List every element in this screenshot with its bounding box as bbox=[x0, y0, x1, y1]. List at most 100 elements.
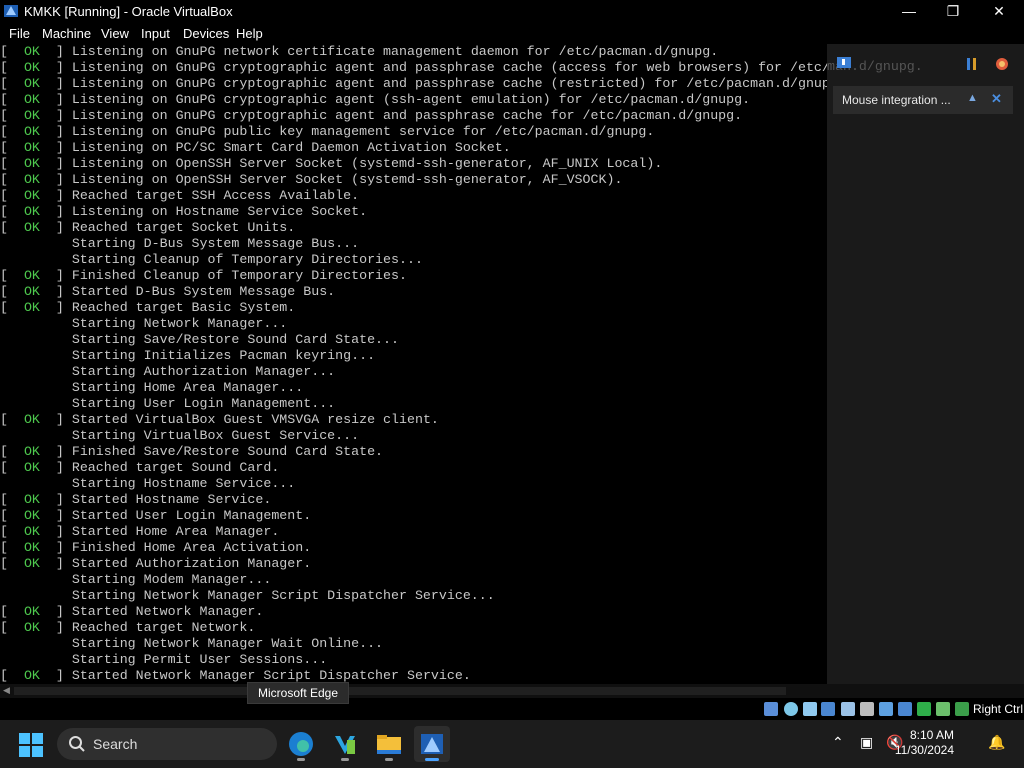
menu-input[interactable]: Input bbox=[141, 26, 170, 41]
status-marker bbox=[0, 316, 72, 331]
console-line-text: Reached target Socket Units. bbox=[71, 220, 296, 235]
ok-status: OK bbox=[23, 44, 40, 59]
console-line: [ OK ] Finished Save/Restore Sound Card … bbox=[0, 444, 383, 460]
status-marker: [ OK ] bbox=[0, 284, 72, 299]
status-marker: [ OK ] bbox=[0, 524, 72, 539]
console-line-text: Listening on GnuPG network certificate m… bbox=[71, 44, 719, 59]
notification-center-icon[interactable] bbox=[836, 56, 852, 72]
console-line: [ OK ] Started User Login Management. bbox=[0, 508, 311, 524]
status-marker: [ OK ] bbox=[0, 92, 72, 107]
status-marker: [ OK ] bbox=[0, 108, 72, 123]
menu-help[interactable]: Help bbox=[236, 26, 263, 41]
maximize-button[interactable]: ❐ bbox=[930, 0, 976, 22]
console-line-text: Starting D-Bus System Message Bus... bbox=[71, 236, 360, 251]
status-marker: [ OK ] bbox=[0, 540, 72, 555]
console-line: Starting Permit User Sessions... bbox=[0, 652, 327, 668]
clock[interactable]: 8:10 AM 11/30/2024 bbox=[890, 728, 954, 758]
console-line-text: Listening on PC/SC Smart Card Daemon Act… bbox=[71, 140, 511, 155]
notification-bell-icon[interactable]: 🔔 bbox=[988, 734, 1005, 751]
console-line: [ OK ] Reached target Network. bbox=[0, 620, 255, 636]
horizontal-scrollbar[interactable]: ◀ bbox=[0, 684, 1024, 698]
console-line-text: Finished Save/Restore Sound Card State. bbox=[71, 444, 384, 459]
console-line: [ OK ] Finished Cleanup of Temporary Dir… bbox=[0, 268, 407, 284]
audio-icon[interactable] bbox=[803, 702, 817, 716]
console-line: [ OK ] Reached target Sound Card. bbox=[0, 460, 279, 476]
scroll-left-icon[interactable]: ◀ bbox=[3, 685, 10, 696]
status-marker: [ OK ] bbox=[0, 124, 72, 139]
clear-notifications-icon[interactable] bbox=[994, 56, 1010, 72]
console-line: [ OK ] Listening on GnuPG cryptographic … bbox=[0, 108, 742, 124]
console-line-text: Listening on OpenSSH Server Socket (syst… bbox=[71, 156, 663, 171]
optical-drive-icon[interactable] bbox=[784, 702, 798, 716]
menu-devices[interactable]: Devices bbox=[183, 26, 229, 41]
menu-bar: File Machine View Input Devices Help bbox=[0, 22, 1024, 44]
network-icon[interactable] bbox=[821, 702, 835, 716]
file-explorer-icon[interactable] bbox=[371, 726, 407, 762]
console-line: [ OK ] Listening on PC/SC Smart Card Dae… bbox=[0, 140, 511, 156]
virtualbox-icon[interactable] bbox=[414, 726, 450, 762]
vscode-logo bbox=[335, 736, 355, 754]
menu-file[interactable]: File bbox=[9, 26, 30, 41]
status-marker bbox=[0, 476, 72, 491]
ok-status: OK bbox=[23, 460, 40, 475]
scrollbar-thumb[interactable] bbox=[14, 687, 786, 695]
chevron-up-icon[interactable]: ⌃ bbox=[832, 734, 844, 751]
arrow-icon[interactable] bbox=[936, 702, 950, 716]
host-key-label[interactable]: Right Ctrl bbox=[973, 702, 1023, 716]
usb-icon[interactable] bbox=[841, 702, 855, 716]
ok-status: OK bbox=[23, 620, 40, 635]
status-marker: [ OK ] bbox=[0, 556, 72, 571]
display-icon[interactable] bbox=[879, 702, 893, 716]
sort-icon[interactable] bbox=[964, 56, 980, 72]
title-bar: KMKK [Running] - Oracle VirtualBox — ❐ ✕ bbox=[0, 0, 1024, 22]
keyboard-icon[interactable] bbox=[955, 702, 969, 716]
console-line-text: Listening on Hostname Service Socket. bbox=[71, 204, 368, 219]
ok-status: OK bbox=[23, 284, 40, 299]
console-line-text: Listening on GnuPG cryptographic agent (… bbox=[71, 92, 751, 107]
close-button[interactable]: ✕ bbox=[976, 0, 1022, 22]
virtualbox-app-icon bbox=[4, 5, 18, 17]
close-icon[interactable]: ✕ bbox=[991, 91, 1002, 107]
cpu-icon[interactable] bbox=[917, 702, 931, 716]
console-line-text: Starting Home Area Manager... bbox=[71, 380, 304, 395]
search-box[interactable]: Search bbox=[57, 728, 277, 760]
start-icon[interactable] bbox=[18, 732, 44, 758]
shared-folder-icon[interactable] bbox=[860, 702, 874, 716]
console-line: [ OK ] Started Authorization Manager. bbox=[0, 556, 311, 572]
status-marker: [ OK ] bbox=[0, 668, 72, 683]
status-marker: [ OK ] bbox=[0, 604, 72, 619]
console-line-text: Finished Home Area Activation. bbox=[71, 540, 312, 555]
status-marker: [ OK ] bbox=[0, 444, 72, 459]
microsoft-edge-icon[interactable] bbox=[283, 726, 319, 762]
console-line: [ OK ] Started D-Bus System Message Bus. bbox=[0, 284, 335, 300]
status-marker: [ OK ] bbox=[0, 44, 72, 59]
hard-disk-icon[interactable] bbox=[764, 702, 778, 716]
menu-machine[interactable]: Machine bbox=[42, 26, 91, 41]
console-line: [ OK ] Listening on Hostname Service Soc… bbox=[0, 204, 367, 220]
pin-icon[interactable]: ▲ bbox=[967, 92, 978, 104]
visual-studio-code-icon[interactable] bbox=[327, 726, 363, 762]
vm-console[interactable]: [ OK ] Listening on GnuPG network certif… bbox=[0, 44, 827, 684]
console-line: [ OK ] Started Network Manager Script Di… bbox=[0, 668, 471, 684]
ok-status: OK bbox=[23, 444, 40, 459]
network-tray-icon[interactable]: ▣ bbox=[860, 734, 873, 751]
console-line-text: Starting Network Manager... bbox=[71, 316, 288, 331]
menu-view[interactable]: View bbox=[101, 26, 129, 41]
mouse-integration-notification[interactable]: Mouse integration ... ▲ ✕ bbox=[833, 86, 1013, 114]
ok-status: OK bbox=[23, 540, 40, 555]
console-line-text: Started Hostname Service. bbox=[71, 492, 272, 507]
console-line-text: Finished Cleanup of Temporary Directorie… bbox=[71, 268, 407, 283]
video-capture-icon[interactable] bbox=[898, 702, 912, 716]
console-line-text: Listening on GnuPG cryptographic agent a… bbox=[71, 76, 827, 91]
console-line-text: Started D-Bus System Message Bus. bbox=[71, 284, 336, 299]
ok-status: OK bbox=[23, 188, 40, 203]
console-line: [ OK ] Listening on OpenSSH Server Socke… bbox=[0, 172, 622, 188]
ok-status: OK bbox=[23, 124, 40, 139]
clock-time: 8:10 AM bbox=[909, 728, 954, 742]
console-line-text: Reached target SSH Access Available. bbox=[71, 188, 360, 203]
folder-logo bbox=[377, 735, 401, 754]
minimize-button[interactable]: — bbox=[886, 0, 932, 22]
status-marker bbox=[0, 348, 72, 363]
ok-status: OK bbox=[23, 556, 40, 571]
ok-status: OK bbox=[23, 220, 40, 235]
